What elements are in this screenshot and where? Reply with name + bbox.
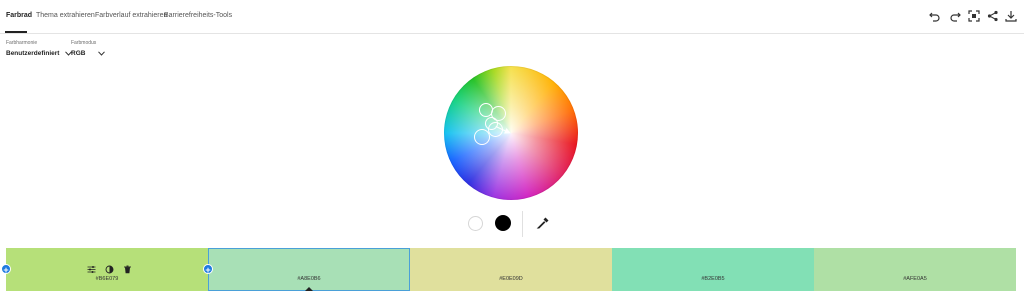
harmony-value: Benutzerdefiniert (6, 49, 60, 57)
undo-icon[interactable] (928, 9, 942, 23)
harmony-dropdown[interactable]: Benutzerdefiniert (6, 47, 73, 59)
swatch-hex-label: #AFE0A5 (903, 276, 927, 282)
swatch-3[interactable]: #E0E09D (410, 248, 612, 291)
tab-thema-extrahieren[interactable]: Thema extrahieren (36, 12, 95, 19)
swatch-hex-label: #E0E09D (499, 276, 523, 282)
sliders-icon[interactable] (87, 265, 96, 274)
colormode-value: RGB (71, 49, 86, 57)
eyedropper-icon[interactable] (536, 216, 550, 230)
swatch-4[interactable]: #B2E0B5 (612, 248, 814, 291)
black-base-button[interactable] (495, 215, 511, 231)
colormode-label: Farbmodus (71, 40, 97, 46)
controls-divider (522, 211, 523, 237)
white-base-button[interactable] (468, 216, 483, 231)
tab-farbrad[interactable]: Farbrad (6, 12, 32, 19)
tab-bar: Farbrad Thema extrahieren Farbverlauf ex… (0, 0, 1024, 34)
swatch-hex-label: #A8E0B6 (297, 276, 321, 282)
share-icon[interactable] (986, 9, 1000, 23)
colormode-dropdown[interactable]: RGB (71, 47, 106, 59)
trash-icon[interactable] (123, 265, 132, 274)
active-tab-indicator (5, 31, 27, 33)
swatch-hex-label: #B2E0B5 (701, 276, 725, 282)
swatch-1[interactable]: #B6E079 (6, 248, 208, 291)
tab-barrierefreiheits-tools[interactable]: Barrierefreiheits-Tools (164, 12, 232, 19)
chevron-down-icon (98, 50, 106, 56)
swatch-hex-label: #B6E079 (95, 276, 119, 282)
tab-farbverlauf-extrahieren[interactable]: Farbverlauf extrahieren (95, 12, 167, 19)
harmony-label: Farbharmonie (6, 40, 38, 46)
color-wheel[interactable] (444, 66, 578, 200)
color-wheel-disc[interactable] (444, 66, 578, 200)
contrast-icon[interactable] (105, 265, 114, 274)
swatch-2[interactable]: #A8E0B6 (208, 248, 410, 291)
redo-icon[interactable] (948, 9, 962, 23)
swatch-tools (87, 265, 132, 274)
swatch-5[interactable]: #AFE0A5 (814, 248, 1016, 291)
selected-swatch-indicator (305, 287, 313, 291)
color-handle-5[interactable] (474, 129, 490, 145)
add-swatch-left-button[interactable]: + (1, 264, 11, 275)
download-icon[interactable] (1004, 9, 1018, 23)
add-swatch-between-button[interactable]: + (203, 264, 213, 275)
fullscreen-icon[interactable] (967, 9, 981, 23)
